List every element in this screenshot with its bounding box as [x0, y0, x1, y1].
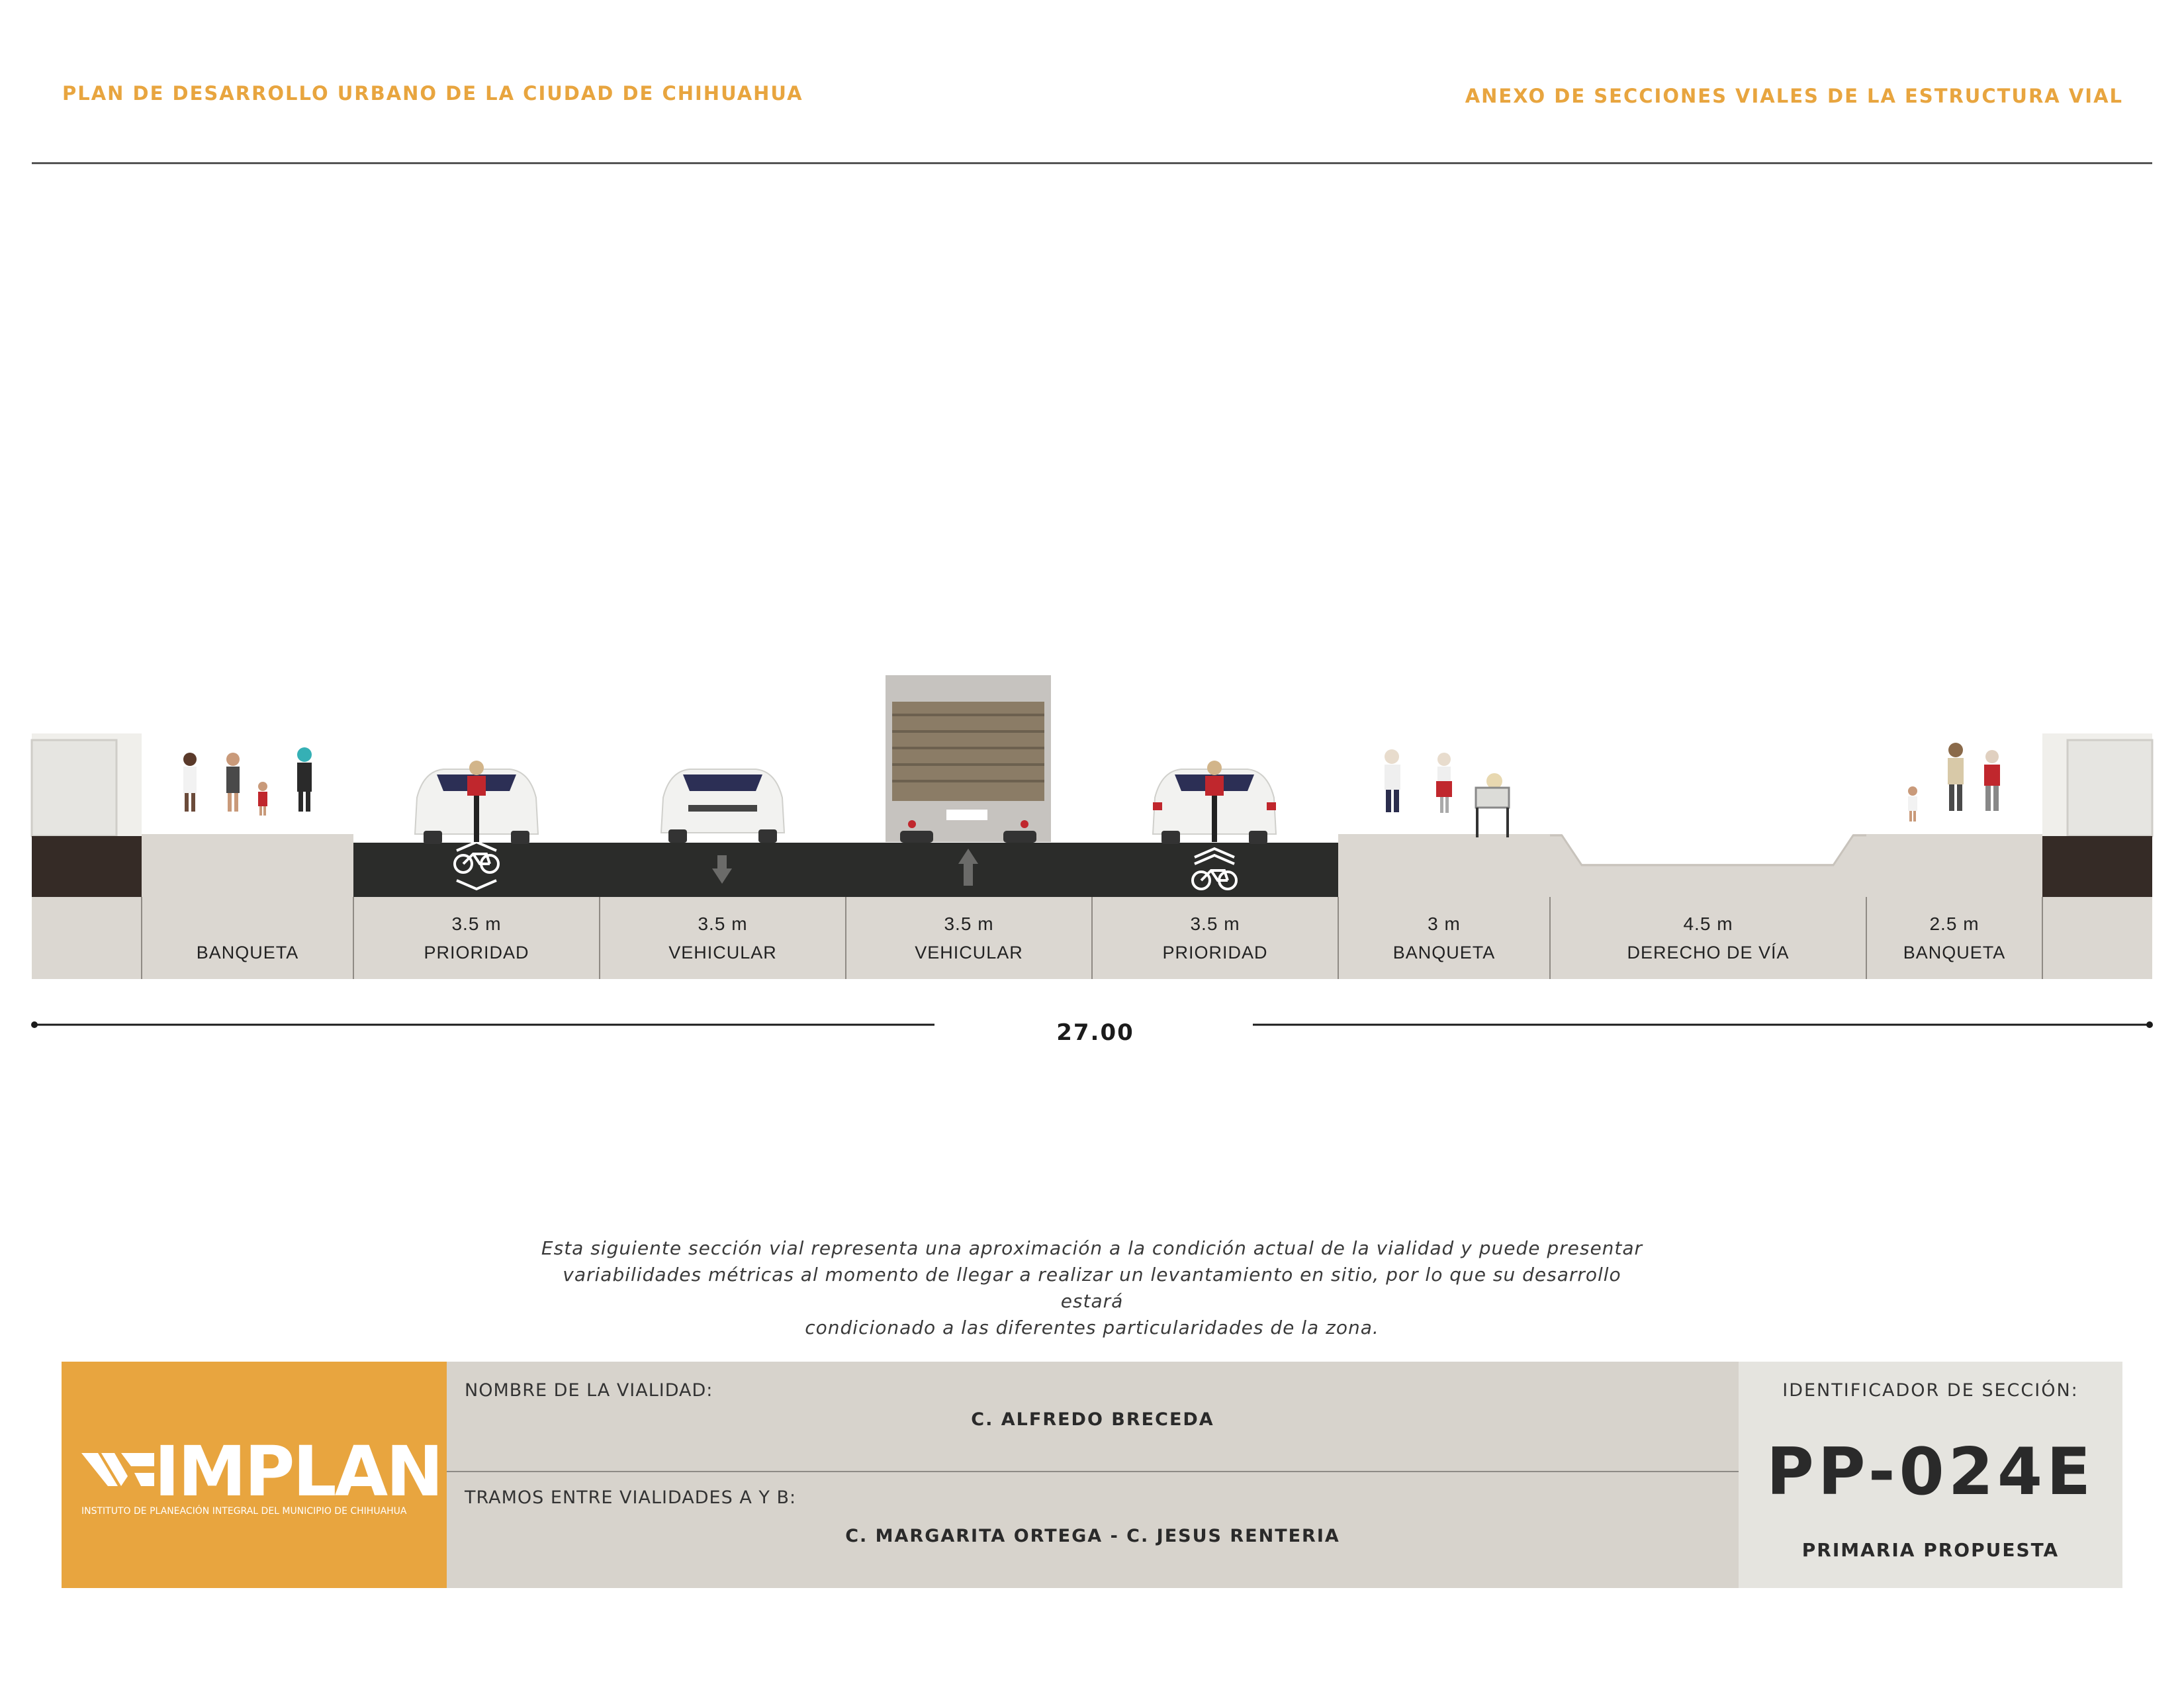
logo-wordmark: IMPLAN [154, 1431, 443, 1512]
left-building [30, 733, 142, 897]
implan-logo: IMPLAN INSTITUTO DE PLANEACIÓN INTEGRAL … [62, 1362, 447, 1588]
segment-name: BANQUETA [1903, 943, 2006, 962]
segment-name: VEHICULAR [915, 943, 1023, 962]
disclaimer-line: condicionado a las diferentes particular… [805, 1317, 1379, 1338]
car-with-cyclist-right [1152, 761, 1277, 844]
segment-width: 3.5 m [698, 914, 748, 934]
segment-name: DERECHO DE VÍA [1627, 943, 1790, 962]
pedestrians-right [1385, 743, 2000, 837]
segment-range-value: C. MARGARITA ORTEGA - C. JESUS RENTERIA [845, 1526, 1340, 1546]
road-name-label: NOMBRE DE LA VIALIDAD: [465, 1380, 713, 1401]
segment-width: 3.5 m [451, 914, 502, 934]
segment-range-label: TRAMOS ENTRE VIALIDADES A Y B: [465, 1487, 797, 1508]
segment-name: PRIORIDAD [1162, 943, 1268, 962]
segment-width: 3.5 m [944, 914, 994, 934]
segment-width: 3.5 m [1190, 914, 1240, 934]
segment-width: 3 m [1428, 914, 1461, 934]
segment-width: 4.5 m [1683, 914, 1733, 934]
left-sidewalk [142, 834, 353, 897]
section-id-panel: IDENTIFICADOR DE SECCIÓN: PP-024E PRIMAR… [1739, 1362, 2122, 1588]
segment-name: VEHICULAR [668, 943, 777, 962]
car-with-cyclist-left [414, 761, 539, 844]
disclaimer-line: Esta siguiente sección vial representa u… [541, 1237, 1643, 1259]
right-building [2042, 733, 2154, 897]
implan-logo-mark-icon [81, 1453, 154, 1486]
car-lane-2 [660, 769, 786, 843]
disclaimer-text: Esta siguiente sección vial representa u… [529, 1235, 1655, 1341]
segment-width: 2.5 m [1929, 914, 1979, 934]
disclaimer-line: variabilidades métricas al momento de ll… [563, 1264, 1621, 1312]
road-info-panel: NOMBRE DE LA VIALIDAD: C. ALFREDO BRECED… [447, 1362, 1739, 1588]
segment-name: PRIORIDAD [424, 943, 529, 962]
section-id-code: PP-024E [1766, 1434, 2095, 1510]
logo-subtitle: INSTITUTO DE PLANEACIÓN INTEGRAL DEL MUN… [81, 1506, 407, 1517]
roadway-asphalt [353, 843, 1338, 897]
right-sidewalk [1338, 834, 1550, 897]
far-right-sidewalk [1866, 834, 2042, 897]
total-width: 27.00 [1056, 1019, 1134, 1046]
road-name-value: C. ALFREDO BRECEDA [971, 1409, 1214, 1430]
segment-name: BANQUETA [196, 943, 299, 962]
title-block: IMPLAN INSTITUTO DE PLANEACIÓN INTEGRAL … [62, 1362, 2122, 1588]
pedestrians-left [183, 747, 312, 816]
section-id-label: IDENTIFICADOR DE SECCIÓN: [1782, 1380, 2079, 1401]
road-classification: PRIMARIA PROPUESTA [1801, 1539, 2060, 1561]
panel-divider [447, 1471, 1739, 1472]
segment-name: BANQUETA [1392, 943, 1496, 962]
truck-lane-3 [886, 675, 1051, 843]
